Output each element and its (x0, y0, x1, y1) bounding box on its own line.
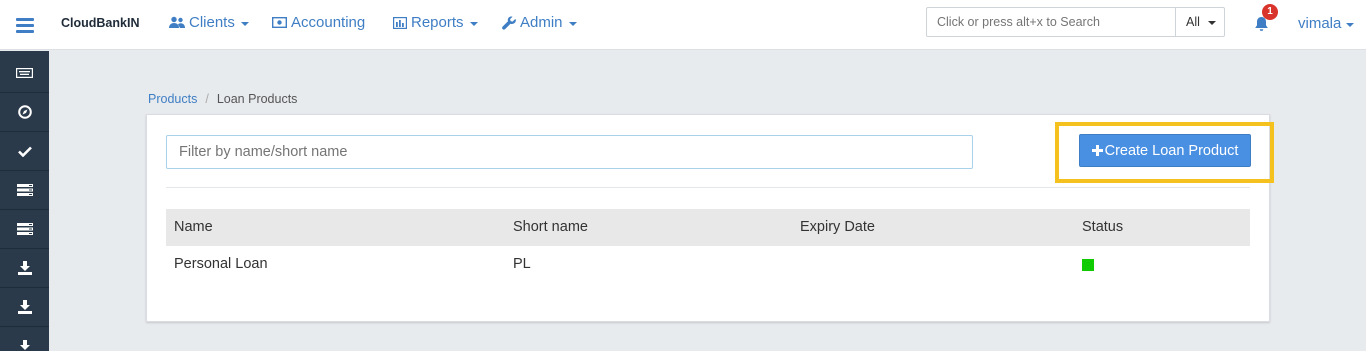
users-icon (169, 16, 185, 28)
nav-admin-label: Admin (520, 14, 563, 31)
column-header-expiry-date[interactable]: Expiry Date (800, 219, 875, 235)
loan-products-table: Name Short name Expiry Date Status Perso… (166, 209, 1250, 284)
search-scope-label: All (1186, 15, 1200, 29)
check-icon (17, 146, 32, 157)
create-loan-product-button[interactable]: Create Loan Product (1079, 134, 1251, 167)
download-icon (17, 261, 32, 275)
nav-accounting[interactable]: Accounting (272, 14, 365, 31)
filter-input[interactable] (166, 135, 973, 169)
compass-icon (17, 105, 32, 119)
download-icon (17, 300, 32, 314)
sidebar-item-navigation[interactable] (0, 93, 49, 132)
nav-admin[interactable]: Admin (502, 14, 577, 31)
divider (166, 187, 1250, 188)
sidebar-item-keyboard[interactable] (0, 54, 49, 93)
global-search-input[interactable] (926, 7, 1176, 37)
cell-short-name: PL (513, 256, 531, 272)
app-brand[interactable]: CloudBankIN (61, 16, 139, 30)
list-icon (16, 184, 33, 196)
keyboard-icon (16, 68, 33, 78)
sidebar-item-download-3[interactable] (0, 327, 49, 351)
create-loan-product-label: Create Loan Product (1104, 142, 1239, 159)
loan-products-panel: Create Loan Product Name Short name Expi… (146, 114, 1274, 322)
chevron-down-icon (568, 21, 577, 26)
user-menu[interactable]: vimala (1298, 15, 1355, 32)
chevron-down-icon (240, 21, 249, 26)
user-name: vimala (1298, 15, 1342, 32)
plus-icon (1091, 145, 1103, 156)
top-navbar: CloudBankIN Clients Accounting Reports A… (0, 0, 1366, 50)
nav-clients-label: Clients (189, 14, 235, 31)
breadcrumb: Products / Loan Products (148, 92, 297, 106)
list-icon (16, 223, 33, 235)
sidebar (0, 51, 49, 351)
bar-chart-icon (393, 16, 407, 29)
breadcrumb-separator: / (205, 92, 209, 106)
nav-accounting-label: Accounting (291, 14, 366, 31)
breadcrumb-current: Loan Products (216, 92, 298, 106)
column-header-short-name[interactable]: Short name (513, 219, 588, 235)
download-icon (17, 339, 32, 351)
cell-name: Personal Loan (174, 256, 268, 272)
nav-clients[interactable]: Clients (169, 14, 249, 31)
chevron-down-icon (469, 21, 478, 26)
chevron-down-icon (1207, 21, 1216, 25)
breadcrumb-products-link[interactable]: Products (148, 92, 197, 106)
sidebar-item-checker[interactable] (0, 132, 49, 171)
chevron-down-icon (1346, 22, 1355, 27)
nav-reports[interactable]: Reports (393, 14, 478, 31)
sidebar-item-list-1[interactable] (0, 171, 49, 210)
sidebar-item-download-1[interactable] (0, 249, 49, 288)
table-row[interactable]: Personal Loan PL (166, 246, 1250, 284)
search-scope-select[interactable]: All (1175, 7, 1225, 37)
sidebar-item-list-2[interactable] (0, 210, 49, 249)
table-header: Name Short name Expiry Date Status (166, 209, 1250, 246)
status-indicator (1082, 259, 1094, 271)
column-header-status[interactable]: Status (1082, 219, 1123, 235)
column-header-name[interactable]: Name (174, 219, 213, 235)
nav-reports-label: Reports (411, 14, 464, 31)
notification-count-badge: 1 (1262, 4, 1278, 20)
sidebar-item-download-2[interactable] (0, 288, 49, 327)
wrench-icon (502, 15, 516, 30)
money-icon (272, 17, 287, 28)
hamburger-icon (15, 15, 34, 36)
menu-toggle-button[interactable] (0, 0, 49, 50)
